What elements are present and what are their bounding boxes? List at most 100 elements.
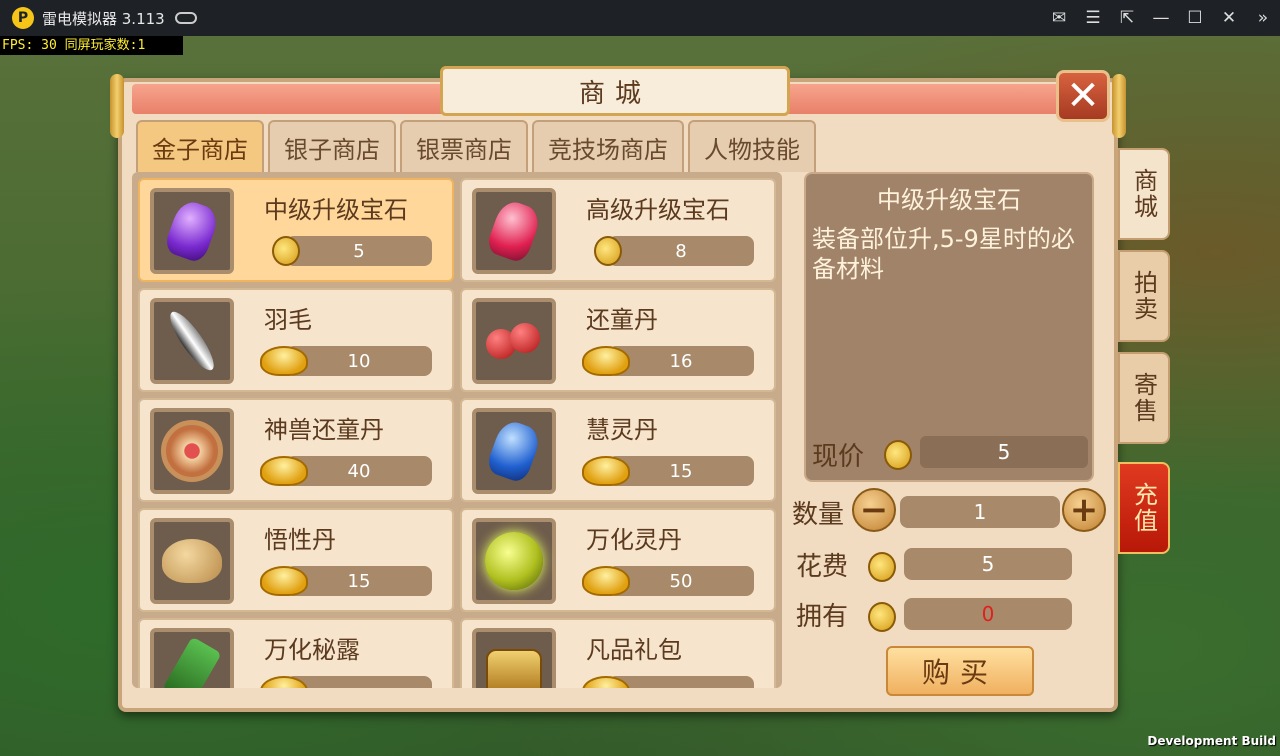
list-item[interactable]: 高级升级宝石 8 bbox=[460, 178, 776, 282]
item-name: 凡品礼包 bbox=[586, 636, 682, 664]
item-icon-frame bbox=[150, 628, 234, 688]
coin-icon bbox=[884, 440, 912, 470]
list-item[interactable]: 中级升级宝石 5 bbox=[138, 178, 454, 282]
item-icon-frame bbox=[472, 408, 556, 494]
coin-icon bbox=[868, 552, 896, 582]
item-name: 神兽还童丹 bbox=[264, 416, 384, 444]
orb-icon bbox=[485, 532, 543, 590]
coin-icon bbox=[594, 236, 622, 266]
current-price-value: 5 bbox=[920, 436, 1088, 468]
item-icon-frame bbox=[150, 408, 234, 494]
dev-build-label: Development Build bbox=[1147, 734, 1276, 748]
side-tab-consignment[interactable]: 寄售 bbox=[1118, 352, 1170, 444]
app-title: 雷电模拟器 3.113 bbox=[42, 9, 165, 28]
tab-banknote-shop[interactable]: 银票商店 bbox=[400, 120, 528, 172]
expand-sidebar-icon[interactable]: » bbox=[1246, 0, 1280, 36]
cost-label: 花费 bbox=[796, 552, 849, 582]
gold-ingot-icon bbox=[260, 346, 308, 376]
quantity-decrease-button[interactable]: − bbox=[852, 488, 896, 532]
bottle-icon bbox=[162, 636, 222, 688]
coin-icon bbox=[272, 236, 300, 266]
list-item[interactable]: 羽毛 10 bbox=[138, 288, 454, 392]
item-list[interactable]: 中级升级宝石 5 高级升级宝石 8 羽毛 10 还童丹 16 神兽还童丹 40 … bbox=[132, 172, 782, 688]
item-icon-frame bbox=[150, 518, 234, 604]
tab-gold-shop[interactable]: 金子商店 bbox=[136, 120, 264, 172]
item-name: 羽毛 bbox=[264, 306, 312, 334]
side-tab-mall[interactable]: 商城 bbox=[1118, 148, 1170, 240]
panel-title: 商城 bbox=[440, 66, 790, 116]
red-pills-icon bbox=[484, 321, 544, 361]
list-item[interactable]: 凡品礼包 bbox=[460, 618, 776, 688]
close-window-icon[interactable]: ✕ bbox=[1212, 0, 1246, 36]
item-icon-frame bbox=[472, 518, 556, 604]
item-price: 8 bbox=[608, 236, 754, 266]
item-name: 慧灵丹 bbox=[586, 416, 658, 444]
fps-counter: FPS: 30 同屏玩家数:1 bbox=[0, 36, 183, 55]
item-price: 5 bbox=[286, 236, 432, 266]
gold-ingot-icon bbox=[260, 456, 308, 486]
shop-tabs: 金子商店 银子商店 银票商店 竞技场商店 人物技能 bbox=[136, 120, 816, 172]
window-controls: ✉ ☰ ⇱ — ☐ ✕ » bbox=[1042, 0, 1280, 36]
quantity-increase-button[interactable]: + bbox=[1062, 488, 1106, 532]
list-item[interactable]: 万化秘露 bbox=[138, 618, 454, 688]
purple-gem-icon bbox=[162, 197, 222, 265]
item-price bbox=[286, 676, 432, 688]
item-name: 还童丹 bbox=[586, 306, 658, 334]
pouch-icon bbox=[162, 539, 222, 583]
list-item[interactable]: 悟性丹 15 bbox=[138, 508, 454, 612]
gamepad-icon[interactable] bbox=[174, 12, 197, 24]
red-gem-icon bbox=[484, 197, 544, 265]
popout-icon[interactable]: ⇱ bbox=[1110, 0, 1144, 36]
item-name: 万化灵丹 bbox=[586, 526, 682, 554]
blue-gem-icon bbox=[484, 417, 544, 485]
chest-icon bbox=[486, 649, 542, 688]
list-item[interactable]: 万化灵丹 50 bbox=[460, 508, 776, 612]
buy-button[interactable]: 购买 bbox=[886, 646, 1034, 696]
gold-ingot-icon bbox=[260, 566, 308, 596]
detail-description: 装备部位升,5-9星时的必备材料 bbox=[812, 225, 1075, 283]
feather-icon bbox=[163, 306, 221, 376]
list-item[interactable]: 慧灵丹 15 bbox=[460, 398, 776, 502]
right-scroll-rod bbox=[1112, 74, 1126, 138]
owned-label: 拥有 bbox=[796, 602, 849, 632]
side-tab-recharge[interactable]: 充值 bbox=[1118, 462, 1170, 554]
item-name: 中级升级宝石 bbox=[264, 196, 408, 224]
item-icon-frame bbox=[150, 298, 234, 384]
emulator-titlebar: P 雷电模拟器 3.113 ✉ ☰ ⇱ — ☐ ✕ » bbox=[0, 0, 1280, 36]
coin-icon bbox=[868, 602, 896, 632]
quantity-label: 数量 bbox=[792, 500, 845, 530]
item-icon-frame bbox=[472, 188, 556, 274]
list-item[interactable]: 还童丹 16 bbox=[460, 288, 776, 392]
menu-icon[interactable]: ☰ bbox=[1076, 0, 1110, 36]
item-name: 高级升级宝石 bbox=[586, 196, 730, 224]
mail-icon[interactable]: ✉ bbox=[1042, 0, 1076, 36]
cost-value: 5 bbox=[904, 548, 1072, 580]
maximize-icon[interactable]: ☐ bbox=[1178, 0, 1212, 36]
gold-ingot-icon bbox=[582, 566, 630, 596]
item-price bbox=[608, 676, 754, 688]
item-name: 万化秘露 bbox=[264, 636, 360, 664]
close-button[interactable]: ✕ bbox=[1056, 70, 1110, 122]
list-item[interactable]: 神兽还童丹 40 bbox=[138, 398, 454, 502]
item-icon-frame bbox=[472, 298, 556, 384]
gold-ingot-icon bbox=[582, 346, 630, 376]
owned-value: 0 bbox=[904, 598, 1072, 630]
item-name: 悟性丹 bbox=[264, 526, 336, 554]
tab-arena-shop[interactable]: 竞技场商店 bbox=[532, 120, 684, 172]
gold-ingot-icon bbox=[582, 456, 630, 486]
tab-silver-shop[interactable]: 银子商店 bbox=[268, 120, 396, 172]
shop-panel: 商城 ✕ 金子商店 银子商店 银票商店 竞技场商店 人物技能 中级升级宝石 5 … bbox=[110, 66, 1126, 712]
left-scroll-rod bbox=[110, 74, 124, 138]
item-detail-panel: 中级升级宝石 装备部位升,5-9星时的必备材料 现价 5 bbox=[804, 172, 1094, 482]
current-price-label: 现价 bbox=[812, 442, 865, 472]
minimize-icon[interactable]: — bbox=[1144, 0, 1178, 36]
item-grid: 中级升级宝石 5 高级升级宝石 8 羽毛 10 还童丹 16 神兽还童丹 40 … bbox=[138, 178, 776, 688]
item-icon-frame bbox=[150, 188, 234, 274]
tab-character-skills[interactable]: 人物技能 bbox=[688, 120, 816, 172]
amulet-icon bbox=[161, 420, 223, 482]
app-logo-icon: P bbox=[12, 7, 34, 29]
quantity-field[interactable]: 1 bbox=[900, 496, 1060, 528]
side-tab-auction[interactable]: 拍卖 bbox=[1118, 250, 1170, 342]
item-icon-frame bbox=[472, 628, 556, 688]
detail-item-name: 中级升级宝石 bbox=[877, 186, 1021, 214]
